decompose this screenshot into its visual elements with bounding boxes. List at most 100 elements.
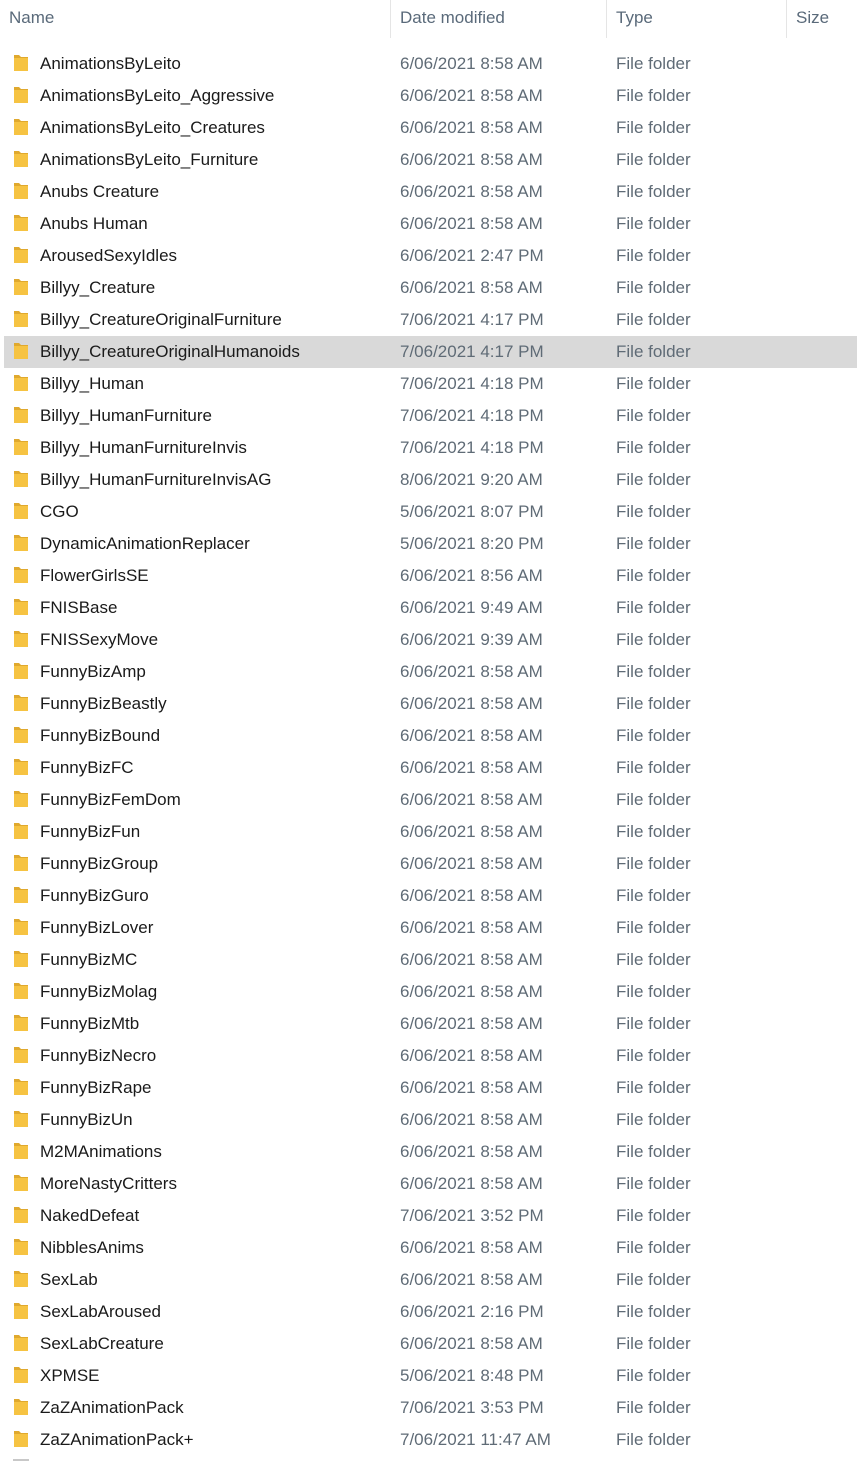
file-row[interactable]: SexLab 6/06/2021 8:58 AM File folder: [0, 1264, 857, 1296]
file-row[interactable]: NakedDefeat 7/06/2021 3:52 PM File folder: [0, 1200, 857, 1232]
file-name[interactable]: FunnyBizUn: [40, 1104, 133, 1136]
file-name[interactable]: Billyy_Human: [40, 368, 144, 400]
file-row[interactable]: MoreNastyCritters 6/06/2021 8:58 AM File f…: [0, 1168, 857, 1200]
file-row[interactable]: ZaZAnimationPack 7/06/2021 3:53 PM File fo…: [0, 1392, 857, 1424]
file-name[interactable]: XPMSE: [40, 1360, 100, 1392]
column-header-size[interactable]: Size: [787, 0, 857, 38]
file-name[interactable]: FunnyBizGroup: [40, 848, 158, 880]
column-header-type[interactable]: Type: [607, 0, 786, 38]
file-row[interactable]: FunnyBizMtb 6/06/2021 8:58 AM File folder: [0, 1008, 857, 1040]
file-row[interactable]: FunnyBizFC 6/06/2021 8:58 AM File folder: [0, 752, 857, 784]
file-name[interactable]: CGO: [40, 496, 79, 528]
file-row[interactable]: FunnyBizUn 6/06/2021 8:58 AM File folder: [0, 1104, 857, 1136]
file-row[interactable]: ArousedSexyIdles 6/06/2021 2:47 PM File fo…: [0, 240, 857, 272]
file-name[interactable]: NakedDefeat: [40, 1200, 139, 1232]
file-name[interactable]: AnimationsByLeito_Creatures: [40, 112, 265, 144]
file-name[interactable]: FunnyBizFemDom: [40, 784, 181, 816]
folder-icon: [13, 502, 29, 520]
file-name[interactable]: Billyy_CreatureOriginalFurniture: [40, 304, 282, 336]
file-name[interactable]: FunnyBizNecro: [40, 1040, 156, 1072]
file-type: File folder: [616, 790, 691, 809]
file-row[interactable]: Billyy_HumanFurnitureInvis 7/06/2021 4:18…: [0, 432, 857, 464]
file-row[interactable]: FunnyBizMC 6/06/2021 8:58 AM File folder: [0, 944, 857, 976]
column-header-date-modified[interactable]: Date modified: [391, 0, 606, 38]
file-row[interactable]: FlowerGirlsSE 6/06/2021 8:56 AM File folde…: [0, 560, 857, 592]
file-name[interactable]: ArousedSexyIdles: [40, 240, 177, 272]
file-row[interactable]: FunnyBizBeastly 6/06/2021 8:58 AM File fol…: [0, 688, 857, 720]
file-row[interactable]: FNISSexyMove 6/06/2021 9:39 AM File folder: [0, 624, 857, 656]
file-name[interactable]: FunnyBizMtb: [40, 1008, 139, 1040]
file-row[interactable]: Billyy_Creature 6/06/2021 8:58 AM File fol…: [0, 272, 857, 304]
folder-icon: [13, 1174, 29, 1192]
file-name[interactable]: FunnyBizMC: [40, 944, 137, 976]
file-row[interactable]: AnimationsByLeito 6/06/2021 8:58 AM File f…: [0, 48, 857, 80]
file-row[interactable]: FNISBase 6/06/2021 9:49 AM File folder: [0, 592, 857, 624]
column-header-date-label: Date modified: [400, 8, 505, 27]
file-row[interactable]: FunnyBizRape 6/06/2021 8:58 AM File folder: [0, 1072, 857, 1104]
file-row[interactable]: FunnyBizAmp 6/06/2021 8:58 AM File folder: [0, 656, 857, 688]
file-row[interactable]: Billyy_CreatureOriginalFurniture 7/06/202…: [0, 304, 857, 336]
folder-icon: [13, 1238, 29, 1256]
file-name[interactable]: Anubs Human: [40, 208, 148, 240]
file-row[interactable]: Anubs Creature 6/06/2021 8:58 AM File fold…: [0, 176, 857, 208]
file-name[interactable]: MoreNastyCritters: [40, 1168, 177, 1200]
file-name[interactable]: FNISSexyMove: [40, 624, 158, 656]
file-name[interactable]: Billyy_HumanFurnitureInvisAG: [40, 464, 271, 496]
file-row[interactable]: XPMSE 5/06/2021 8:48 PM File folder: [0, 1360, 857, 1392]
file-name[interactable]: FunnyBizRape: [40, 1072, 152, 1104]
file-name[interactable]: AnimationsByLeito_Aggressive: [40, 80, 274, 112]
file-row[interactable]: CGO 5/06/2021 8:07 PM File folder: [0, 496, 857, 528]
file-row[interactable]: AnimationsByLeito_Aggressive 6/06/2021 8:…: [0, 80, 857, 112]
file-name[interactable]: FunnyBizFun: [40, 816, 140, 848]
file-name[interactable]: FunnyBizFC: [40, 752, 134, 784]
file-name[interactable]: FNISBase: [40, 592, 117, 624]
file-date-modified: 5/06/2021 8:20 PM: [400, 534, 544, 553]
file-name[interactable]: Billyy_HumanFurnitureInvis: [40, 432, 247, 464]
file-row[interactable]: FunnyBizNecro 6/06/2021 8:58 AM File folde…: [0, 1040, 857, 1072]
file-name[interactable]: AnimationsByLeito: [40, 48, 181, 80]
file-row[interactable]: Billyy_HumanFurniture 7/06/2021 4:18 PM Fi…: [0, 400, 857, 432]
file-row[interactable]: Billyy_HumanFurnitureInvisAG 8/06/2021 9:…: [0, 464, 857, 496]
file-name[interactable]: NibblesAnims: [40, 1232, 144, 1264]
file-row[interactable]: AnimationsByLeito_Furniture 6/06/2021 8:5…: [0, 144, 857, 176]
file-row[interactable]: FunnyBizMolag 6/06/2021 8:58 AM File folde…: [0, 976, 857, 1008]
file-row[interactable]: DynamicAnimationReplacer 5/06/2021 8:20 P…: [0, 528, 857, 560]
file-row[interactable]: FunnyBizFun 6/06/2021 8:58 AM File folder: [0, 816, 857, 848]
file-name[interactable]: FunnyBizAmp: [40, 656, 146, 688]
file-name[interactable]: FunnyBizBeastly: [40, 688, 167, 720]
file-row[interactable]: FunnyBizGuro 6/06/2021 8:58 AM File folder: [0, 880, 857, 912]
file-name[interactable]: Anubs Creature: [40, 176, 159, 208]
file-name[interactable]: Billyy_CreatureOriginalHumanoids: [40, 336, 300, 368]
file-name[interactable]: DynamicAnimationReplacer: [40, 528, 250, 560]
file-name[interactable]: ZaZAnimationPack: [40, 1392, 184, 1424]
file-row[interactable]: FunnyBizLover 6/06/2021 8:58 AM File folde…: [0, 912, 857, 944]
file-row[interactable]: FunnyBizBound 6/06/2021 8:58 AM File folde…: [0, 720, 857, 752]
column-header-name[interactable]: Name: [0, 0, 390, 38]
file-name[interactable]: M2MAnimations: [40, 1136, 162, 1168]
file-date-modified: 7/06/2021 4:17 PM: [400, 310, 544, 329]
file-name[interactable]: SexLabCreature: [40, 1328, 164, 1360]
file-name[interactable]: ZaZAnimationPack+: [40, 1424, 194, 1456]
file-row[interactable]: Anubs Human 6/06/2021 8:58 AM File folder: [0, 208, 857, 240]
file-name[interactable]: SexLabAroused: [40, 1296, 161, 1328]
file-name[interactable]: FlowerGirlsSE: [40, 560, 149, 592]
file-name[interactable]: SexLab: [40, 1264, 98, 1296]
file-row[interactable]: NibblesAnims 6/06/2021 8:58 AM File folder: [0, 1232, 857, 1264]
file-name[interactable]: Billyy_HumanFurniture: [40, 400, 212, 432]
file-name[interactable]: AnimationsByLeito_Furniture: [40, 144, 258, 176]
file-name[interactable]: FunnyBizMolag: [40, 976, 157, 1008]
file-row[interactable]: FunnyBizFemDom 6/06/2021 8:58 AM File fold…: [0, 784, 857, 816]
file-row[interactable]: ZaZAnimationPack+ 7/06/2021 11:47 AM File …: [0, 1424, 857, 1456]
file-type: File folder: [616, 1270, 691, 1289]
file-name[interactable]: FunnyBizBound: [40, 720, 160, 752]
file-row[interactable]: AnimationsByLeito_Creatures 6/06/2021 8:5…: [0, 112, 857, 144]
file-row[interactable]: FunnyBizGroup 6/06/2021 8:58 AM File folde…: [0, 848, 857, 880]
file-row[interactable]: SexLabAroused 6/06/2021 2:16 PM File folde…: [0, 1296, 857, 1328]
file-name[interactable]: Billyy_Creature: [40, 272, 155, 304]
file-row[interactable]: M2MAnimations 6/06/2021 8:58 AM File folde…: [0, 1136, 857, 1168]
file-row[interactable]: Billyy_CreatureOriginalHumanoids 7/06/202…: [0, 336, 857, 368]
file-row[interactable]: Billyy_Human 7/06/2021 4:18 PM File folder: [0, 368, 857, 400]
file-name[interactable]: FunnyBizLover: [40, 912, 153, 944]
file-name[interactable]: FunnyBizGuro: [40, 880, 149, 912]
file-row[interactable]: SexLabCreature 6/06/2021 8:58 AM File fold…: [0, 1328, 857, 1360]
